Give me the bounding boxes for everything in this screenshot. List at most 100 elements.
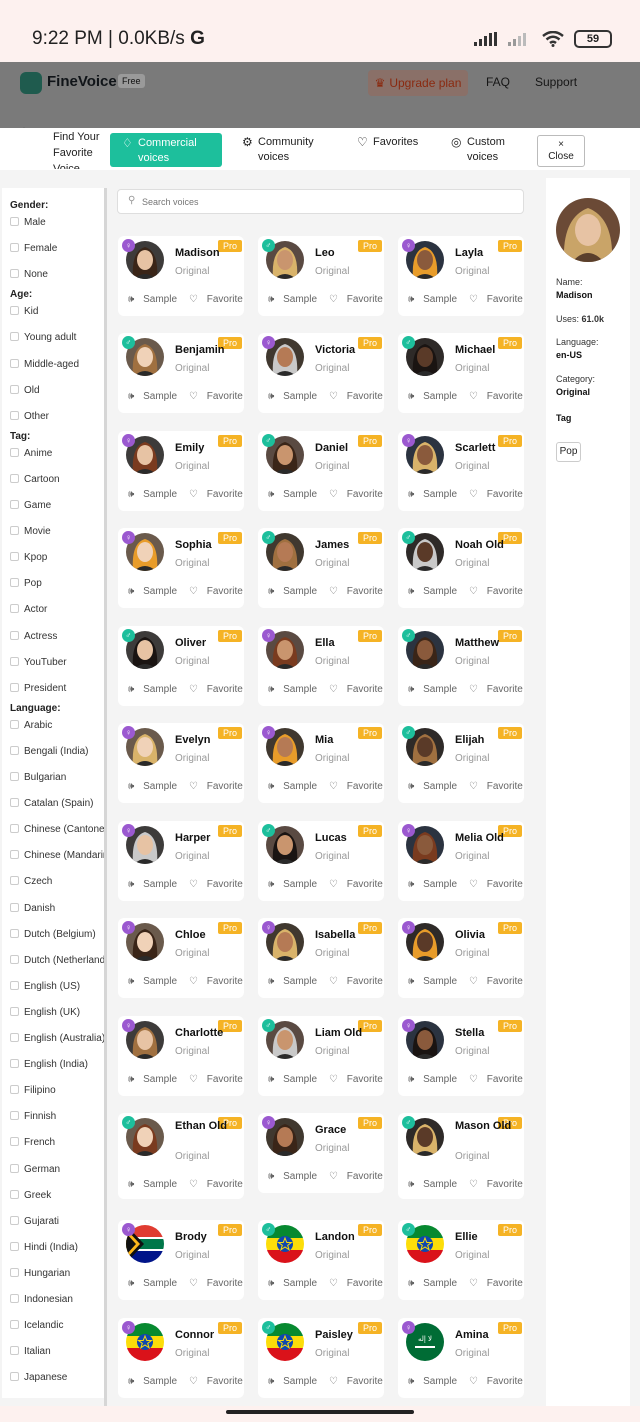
voice-card[interactable]: ♀ Pro Layla Original 🕪︎ Sample ♡ Favorite	[398, 236, 524, 316]
checkbox[interactable]	[10, 217, 19, 226]
sample-button[interactable]: 🕪︎ Sample	[128, 1278, 183, 1289]
voice-card[interactable]: ♀ Pro Grace Original 🕪︎ Sample ♡ Favorite	[258, 1113, 384, 1193]
filter-option-age[interactable]: Middle-aged	[10, 358, 79, 370]
filter-option-language[interactable]: Dutch (Belgium)	[10, 928, 96, 940]
favorite-button[interactable]: ♡ Favorite	[189, 1179, 249, 1190]
filter-option-age[interactable]: Kid	[10, 306, 38, 317]
sample-button[interactable]: 🕪︎ Sample	[268, 1074, 323, 1085]
voice-card[interactable]: ♀ Pro Brody Original 🕪︎ Sample ♡ Favorite	[118, 1220, 244, 1300]
voice-card[interactable]: ﻻ إله ♀ Pro Amina Original 🕪︎ Sample ♡ Favorit…	[398, 1318, 524, 1398]
filter-option-language[interactable]: English (India)	[10, 1059, 88, 1070]
favorite-button[interactable]: ♡ Favorite	[189, 879, 249, 890]
favorite-button[interactable]: ♡ Favorite	[469, 1278, 529, 1289]
voice-card[interactable]: ♀ Pro Stella Original 🕪︎ Sample ♡ Favorite	[398, 1016, 524, 1096]
checkbox[interactable]	[10, 1241, 19, 1251]
voice-card[interactable]: ♂ Pro Elijah Original 🕪︎ Sample ♡ Favorite	[398, 723, 524, 803]
checkbox[interactable]	[10, 1006, 19, 1016]
checkbox[interactable]	[10, 902, 19, 912]
filter-option-language[interactable]: Italian	[10, 1346, 51, 1357]
favorite-button[interactable]: ♡ Favorite	[189, 294, 249, 305]
checkbox[interactable]	[10, 682, 19, 692]
favorite-button[interactable]: ♡ Favorite	[329, 879, 389, 890]
filter-option-language[interactable]: English (US)	[10, 980, 80, 992]
checkbox[interactable]	[10, 824, 19, 834]
favorite-button[interactable]: ♡ Favorite	[469, 684, 529, 695]
favorite-button[interactable]: ♡ Favorite	[469, 1179, 529, 1190]
checkbox[interactable]	[10, 332, 19, 342]
sample-button[interactable]: 🕪︎ Sample	[268, 586, 323, 597]
filter-option-language[interactable]: English (UK)	[10, 1006, 80, 1018]
favorite-button[interactable]: ♡ Favorite	[189, 489, 249, 500]
sample-button[interactable]: 🕪︎ Sample	[408, 1074, 463, 1085]
sample-button[interactable]: 🕪︎ Sample	[408, 1278, 463, 1289]
checkbox[interactable]	[10, 1215, 19, 1225]
checkbox[interactable]	[10, 447, 19, 457]
sidebar-scrollbar[interactable]	[104, 188, 107, 1410]
sample-button[interactable]: 🕪︎ Sample	[268, 391, 323, 402]
filter-option-tag[interactable]: Movie	[10, 526, 51, 537]
voice-card[interactable]: ♀ Pro Mia Original 🕪︎ Sample ♡ Favorite	[258, 723, 384, 803]
sample-button[interactable]: 🕪︎ Sample	[268, 684, 323, 695]
filter-option-language[interactable]: Dutch (Netherlands)	[10, 954, 104, 966]
faq-link[interactable]: FAQ	[486, 75, 510, 89]
favorite-button[interactable]: ♡ Favorite	[329, 1074, 389, 1085]
filter-option-tag[interactable]: Cartoon	[10, 473, 60, 485]
filter-option-tag[interactable]: YouTuber	[10, 656, 67, 668]
voice-card[interactable]: ♀ Pro Victoria Original 🕪︎ Sample ♡ Favorite	[258, 333, 384, 413]
filter-option-language[interactable]: Bengali (India)	[10, 745, 88, 757]
filter-option-age[interactable]: Old	[10, 384, 40, 396]
voice-card[interactable]: ♀ Pro Melia Old Original 🕪︎ Sample ♡ Favorite	[398, 821, 524, 901]
filter-option-tag[interactable]: Actor	[10, 604, 47, 615]
sample-button[interactable]: 🕪︎ Sample	[408, 1179, 463, 1190]
filter-option-tag[interactable]: Game	[10, 500, 51, 511]
checkbox[interactable]	[10, 243, 19, 253]
checkbox[interactable]	[10, 1320, 19, 1330]
sample-button[interactable]: 🕪︎ Sample	[268, 1278, 323, 1289]
filter-option-language[interactable]: Catalan (Spain)	[10, 798, 93, 809]
checkbox[interactable]	[10, 526, 19, 536]
sample-button[interactable]: 🕪︎ Sample	[268, 879, 323, 890]
filter-option-tag[interactable]: Anime	[10, 447, 52, 459]
sample-button[interactable]: 🕪︎ Sample	[268, 976, 323, 987]
favorite-button[interactable]: ♡ Favorite	[189, 1278, 249, 1289]
home-indicator[interactable]	[226, 1410, 414, 1414]
sample-button[interactable]: 🕪︎ Sample	[128, 684, 183, 695]
filter-option-language[interactable]: French	[10, 1137, 55, 1148]
checkbox[interactable]	[10, 604, 19, 614]
sample-button[interactable]: 🕪︎ Sample	[268, 294, 323, 305]
sample-button[interactable]: 🕪︎ Sample	[268, 1376, 323, 1387]
sample-button[interactable]: 🕪︎ Sample	[128, 489, 183, 500]
favorite-button[interactable]: ♡ Favorite	[329, 391, 389, 402]
favorite-button[interactable]: ♡ Favorite	[329, 976, 389, 987]
checkbox[interactable]	[10, 630, 19, 640]
voice-card[interactable]: ♀ Pro Ella Original 🕪︎ Sample ♡ Favorite	[258, 626, 384, 706]
filter-option-language[interactable]: Indonesian	[10, 1294, 73, 1305]
checkbox[interactable]	[10, 306, 19, 316]
filter-option-age[interactable]: Other	[10, 410, 49, 422]
favorite-button[interactable]: ♡ Favorite	[189, 586, 249, 597]
filter-option-language[interactable]: Chinese (Cantonese)	[10, 824, 104, 835]
sample-button[interactable]: 🕪︎ Sample	[408, 294, 463, 305]
filter-option-tag[interactable]: President	[10, 682, 66, 694]
filter-option-language[interactable]: Bulgarian	[10, 772, 66, 783]
checkbox[interactable]	[10, 384, 19, 394]
sample-button[interactable]: 🕪︎ Sample	[128, 1376, 183, 1387]
voice-card[interactable]: ♂ Pro Lucas Original 🕪︎ Sample ♡ Favorite	[258, 821, 384, 901]
checkbox[interactable]	[10, 1346, 19, 1356]
filter-option-language[interactable]: Japanese	[10, 1372, 67, 1383]
checkbox[interactable]	[10, 578, 19, 588]
filter-option-language[interactable]: Greek	[10, 1189, 51, 1201]
filter-option-tag[interactable]: Pop	[10, 578, 42, 589]
favorite-button[interactable]: ♡ Favorite	[469, 781, 529, 792]
voice-card[interactable]: ♀ Pro Evelyn Original 🕪︎ Sample ♡ Favorite	[118, 723, 244, 803]
tab-community-voices[interactable]: ⚙ Community voices	[242, 135, 328, 165]
voice-card[interactable]: ♂ Pro Daniel Original 🕪︎ Sample ♡ Favorite	[258, 431, 384, 511]
favorite-button[interactable]: ♡ Favorite	[189, 391, 249, 402]
voice-card[interactable]: ♀ Pro Harper Original 🕪︎ Sample ♡ Favorite	[118, 821, 244, 901]
favorite-button[interactable]: ♡ Favorite	[469, 976, 529, 987]
filter-option-age[interactable]: Young adult	[10, 332, 76, 343]
sample-button[interactable]: 🕪︎ Sample	[128, 1179, 183, 1190]
checkbox[interactable]	[10, 1267, 19, 1277]
sample-button[interactable]: 🕪︎ Sample	[128, 391, 183, 402]
favorite-button[interactable]: ♡ Favorite	[329, 1376, 389, 1387]
